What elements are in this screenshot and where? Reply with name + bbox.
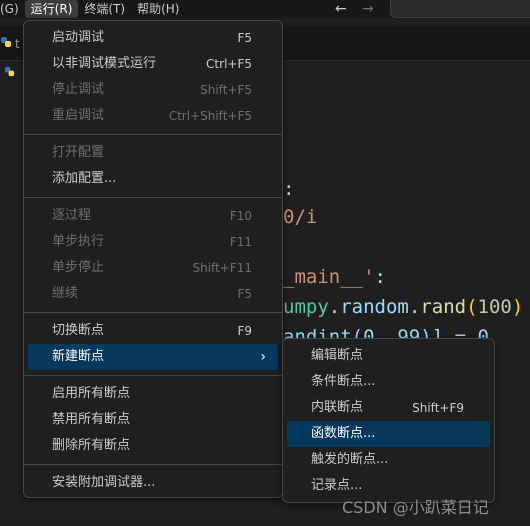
menu-item-step-over[interactable]: 逐过程 F10: [28, 203, 278, 229]
menu-run[interactable]: 运行(R): [24, 0, 79, 18]
menu-item-step-out[interactable]: 单步停止 Shift+F11: [28, 255, 278, 281]
menu-item-add-configuration[interactable]: 添加配置...: [28, 166, 278, 192]
menu-separator: [24, 134, 282, 135]
arrow-left-icon[interactable]: ←: [335, 0, 347, 18]
run-menu: 启动调试 F5 以非调试模式运行 Ctrl+F5 停止调试 Shift+F5 重启调试…: [23, 20, 283, 498]
menu-item-start-debugging[interactable]: 启动调试 F5: [28, 25, 278, 51]
submenu-item-triggered-breakpoint[interactable]: 触发的断点...: [287, 447, 490, 473]
menu-separator: [24, 375, 282, 376]
submenu-item-conditional-breakpoint[interactable]: 条件断点...: [287, 369, 490, 395]
code-line: :: [283, 178, 295, 200]
submenu-item-inline-breakpoint[interactable]: 内联断点 Shift+F9: [287, 395, 490, 421]
menu-separator: [24, 197, 282, 198]
submenu-item-function-breakpoint[interactable]: 函数断点...: [287, 421, 490, 447]
code-line: _main__':: [283, 266, 386, 288]
menu-item-new-breakpoint[interactable]: 新建断点 ›: [28, 344, 278, 370]
menu-item-stop-debugging[interactable]: 停止调试 Shift+F5: [28, 77, 278, 103]
submenu-item-edit-breakpoint[interactable]: 编辑断点: [287, 343, 490, 369]
menu-item-continue[interactable]: 继续 F5: [28, 281, 278, 307]
menu-item-run-without-debugging[interactable]: 以非调试模式运行 Ctrl+F5: [28, 51, 278, 77]
code-line: umpy.random.rand(100): [283, 296, 524, 318]
chevron-right-icon: ›: [260, 349, 266, 365]
arrow-right-icon[interactable]: →: [362, 0, 374, 18]
menu-selection[interactable]: (G): [0, 0, 25, 18]
python-file-icon: [4, 66, 15, 77]
menu-item-open-configurations[interactable]: 打开配置: [28, 140, 278, 166]
menu-item-disable-all-breakpoints[interactable]: 禁用所有断点: [28, 407, 278, 433]
menu-separator: [24, 464, 282, 465]
menu-terminal[interactable]: 终端(T): [78, 0, 131, 18]
menu-item-step-into[interactable]: 单步执行 F11: [28, 229, 278, 255]
menu-item-install-debuggers[interactable]: 安装附加调试器...: [28, 470, 278, 496]
menu-item-enable-all-breakpoints[interactable]: 启用所有断点: [28, 381, 278, 407]
menu-help[interactable]: 帮助(H): [131, 0, 185, 18]
code-line: 0/i: [283, 206, 318, 228]
menu-item-remove-all-breakpoints[interactable]: 删除所有断点: [28, 433, 278, 459]
command-center[interactable]: [390, 0, 530, 18]
menu-separator: [24, 312, 282, 313]
editor-tab-label[interactable]: t: [15, 37, 20, 51]
menu-item-toggle-breakpoint[interactable]: 切换断点 F9: [28, 318, 278, 344]
python-file-icon: [1, 37, 11, 47]
watermark: CSDN @小趴菜日记: [342, 498, 489, 517]
menu-item-restart-debugging[interactable]: 重启调试 Ctrl+Shift+F5: [28, 103, 278, 129]
new-breakpoint-submenu: 编辑断点 条件断点... 内联断点 Shift+F9 函数断点... 触发的断点.…: [282, 338, 495, 503]
